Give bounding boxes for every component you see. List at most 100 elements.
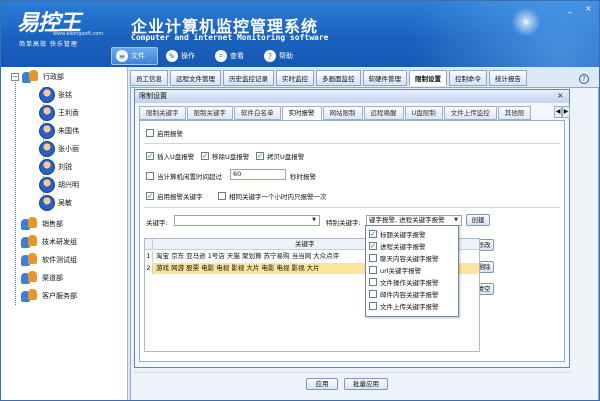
batch-apply-button[interactable]: 批量应用 bbox=[344, 378, 388, 390]
menu-operate[interactable]: ✎ 操作 bbox=[162, 47, 207, 65]
subtab-realtime-alarm[interactable]: 实时报警 bbox=[281, 106, 322, 120]
tab-remote-files[interactable]: 远程文件管理 bbox=[170, 70, 221, 86]
tree-group-label: 软件测试组 bbox=[42, 256, 77, 264]
grid-column-header: 关键字 bbox=[295, 240, 315, 248]
tree-group-label: 技术研发组 bbox=[42, 238, 77, 246]
dropdown-option[interactable]: 邮件内容关键字报警 bbox=[369, 289, 439, 299]
minimize-button[interactable]: _ bbox=[568, 4, 572, 13]
subtab-usb-limit[interactable]: U盘限制 bbox=[404, 106, 443, 120]
tree-user[interactable]: 王利香 bbox=[39, 105, 79, 121]
tab-hardware[interactable]: 软硬件管理 bbox=[362, 70, 407, 86]
tab-realtime[interactable]: 实时监控 bbox=[276, 70, 314, 86]
create-button[interactable]: 创建 bbox=[466, 214, 490, 226]
idle-alarm-checkbox[interactable]: 当计算机闲置时间超过 bbox=[146, 171, 222, 181]
chevron-down-icon[interactable]: ▼ bbox=[310, 217, 318, 224]
checkbox-box[interactable] bbox=[369, 290, 377, 298]
tree-group[interactable]: 渠道部 bbox=[21, 270, 63, 286]
dropdown-option[interactable]: url关键字报警 bbox=[369, 265, 421, 275]
option-label: 进程关键字报警 bbox=[380, 243, 426, 251]
menu-file[interactable]: ≡ 文件 bbox=[111, 47, 158, 65]
subtab-keyword-limit-2[interactable]: 限制关键字 bbox=[186, 106, 233, 120]
tree-group[interactable]: 软件测试组 bbox=[21, 252, 77, 268]
menu-file-label: 文件 bbox=[131, 52, 145, 60]
subtab-other[interactable]: 其他限 bbox=[497, 106, 532, 120]
tab-multiscreen[interactable]: 多画面监控 bbox=[316, 70, 361, 86]
collapse-toggle[interactable]: − bbox=[11, 73, 19, 81]
same-keyword-checkbox[interactable]: 相同关键字一个小时内只报警一次 bbox=[218, 191, 327, 201]
checkbox-box[interactable] bbox=[369, 302, 377, 310]
help-icon[interactable]: ? bbox=[579, 74, 589, 84]
checkbox-box[interactable]: ✓ bbox=[146, 152, 154, 160]
tab-scroll-left-icon[interactable]: ◀ bbox=[554, 106, 562, 118]
close-button[interactable]: × bbox=[585, 4, 592, 13]
tree-user[interactable]: 刘锐 bbox=[39, 159, 72, 175]
subtab-whitelist[interactable]: 软件白名单 bbox=[234, 106, 281, 120]
tab-commands[interactable]: 控制命令 bbox=[449, 70, 487, 86]
row-number: 2 bbox=[145, 263, 153, 274]
idle-alarm-label: 当计算机闲置时间超过 bbox=[157, 173, 222, 181]
keyword-combobox[interactable]: ▼ bbox=[174, 215, 320, 226]
checkbox-box[interactable] bbox=[369, 266, 377, 274]
tab-restrictions[interactable]: 限制设置 bbox=[409, 70, 447, 86]
tree-user[interactable]: 朱国伟 bbox=[39, 123, 79, 139]
divider bbox=[144, 207, 560, 208]
tree-group-label: 销售部 bbox=[42, 220, 63, 228]
checkbox-box[interactable]: ✓ bbox=[201, 152, 209, 160]
user-icon bbox=[39, 105, 55, 121]
tab-history[interactable]: 历史监控记录 bbox=[223, 70, 274, 86]
user-icon bbox=[39, 87, 55, 103]
subtab-website-limit[interactable]: 网站限制 bbox=[322, 106, 363, 120]
tree-user-label: 王利香 bbox=[58, 109, 79, 117]
tree-group-label: 客户服务部 bbox=[42, 292, 77, 300]
tree-user-label: 胡兴明 bbox=[58, 181, 79, 189]
special-keyword-dropdown: ✓ 标题关键字报警 ✓ 进程关键字报警 聊天内容关键字报警 url关键字报警 文件操… bbox=[365, 225, 459, 317]
apply-button[interactable]: 应用 bbox=[306, 378, 338, 390]
checkbox-box[interactable] bbox=[218, 192, 226, 200]
chevron-down-icon[interactable]: ▼ bbox=[452, 217, 460, 224]
dropdown-option[interactable]: ✓ 标题关键字报警 bbox=[369, 229, 426, 239]
tree-user[interactable]: 吴敏 bbox=[39, 195, 72, 211]
menu-view[interactable]: ⌕ 查看 bbox=[211, 47, 256, 65]
tree-user[interactable]: 胡兴明 bbox=[39, 177, 79, 193]
subtab-upload-monitor[interactable]: 文件上传监控 bbox=[443, 106, 497, 120]
dropdown-option[interactable]: 文件操作关键字报警 bbox=[369, 277, 439, 287]
menu-bar: ≡ 文件 ✎ 操作 ⌕ 查看 ? 帮助 bbox=[111, 47, 305, 65]
checkbox-box[interactable]: ✓ bbox=[369, 230, 377, 238]
tab-reports[interactable]: 统计报告 bbox=[489, 70, 527, 86]
menu-help-label: 帮助 bbox=[279, 52, 293, 60]
usb-insert-checkbox[interactable]: ✓ 插入U盘报警 bbox=[146, 151, 194, 161]
tree-group[interactable]: 销售部 bbox=[21, 216, 63, 232]
tab-employee-info[interactable]: 员工信息 bbox=[130, 70, 168, 86]
enable-alarm-label: 启用报警 bbox=[157, 130, 183, 138]
subtab-keyword-limit[interactable]: 限制关键字 bbox=[139, 106, 186, 120]
department-tree: − 行政部 张铭 王利香 朱国伟 张小丽 刘锐 胡兴明 吴敏 销售部 技术研发组… bbox=[1, 67, 128, 400]
dialog-close-icon[interactable]: × bbox=[557, 92, 566, 101]
usb-copy-checkbox[interactable]: ✓ 拷贝U盘报警 bbox=[256, 151, 304, 161]
subtab-remote-wake[interactable]: 远程唤醒 bbox=[363, 106, 404, 120]
menu-help[interactable]: ? 帮助 bbox=[260, 47, 305, 65]
tab-scroll-right-icon[interactable]: ▶ bbox=[562, 106, 570, 118]
keyword-alarm-checkbox[interactable]: ✓ 启用报警关键字 bbox=[146, 191, 203, 201]
tree-group[interactable]: 客户服务部 bbox=[21, 288, 77, 304]
user-icon bbox=[39, 195, 55, 211]
tools-icon: ✎ bbox=[166, 50, 178, 62]
dropdown-option[interactable]: 聊天内容关键字报警 bbox=[369, 253, 439, 263]
idle-seconds-input[interactable]: 60 bbox=[230, 169, 286, 180]
tree-user[interactable]: 张小丽 bbox=[39, 141, 79, 157]
usb-remove-checkbox[interactable]: ✓ 移除U盘报警 bbox=[201, 151, 249, 161]
tree-node-root[interactable]: − 行政部 bbox=[11, 69, 64, 85]
checkbox-box[interactable] bbox=[146, 172, 154, 180]
enable-alarm-checkbox[interactable]: 启用报警 bbox=[146, 128, 183, 138]
dropdown-option[interactable]: ✓ 进程关键字报警 bbox=[369, 241, 426, 251]
keyword-cell: 淘宝 京东 亚马逊 1号店 天猫 聚划算 苏宁易购 当当网 大众点评 bbox=[156, 252, 340, 260]
app-window: 易控王 www.ekongsoft.com 简单高效 快乐管理 企业计算机监控管… bbox=[0, 0, 600, 401]
dropdown-option[interactable]: 文件上传关键字报警 bbox=[369, 301, 439, 311]
checkbox-box[interactable]: ✓ bbox=[369, 242, 377, 250]
checkbox-box[interactable] bbox=[369, 278, 377, 286]
checkbox-box[interactable] bbox=[146, 129, 154, 137]
checkbox-box[interactable] bbox=[369, 254, 377, 262]
tree-group[interactable]: 技术研发组 bbox=[21, 234, 77, 250]
checkbox-box[interactable]: ✓ bbox=[256, 152, 264, 160]
checkbox-box[interactable]: ✓ bbox=[146, 192, 154, 200]
tree-user[interactable]: 张铭 bbox=[39, 87, 72, 103]
